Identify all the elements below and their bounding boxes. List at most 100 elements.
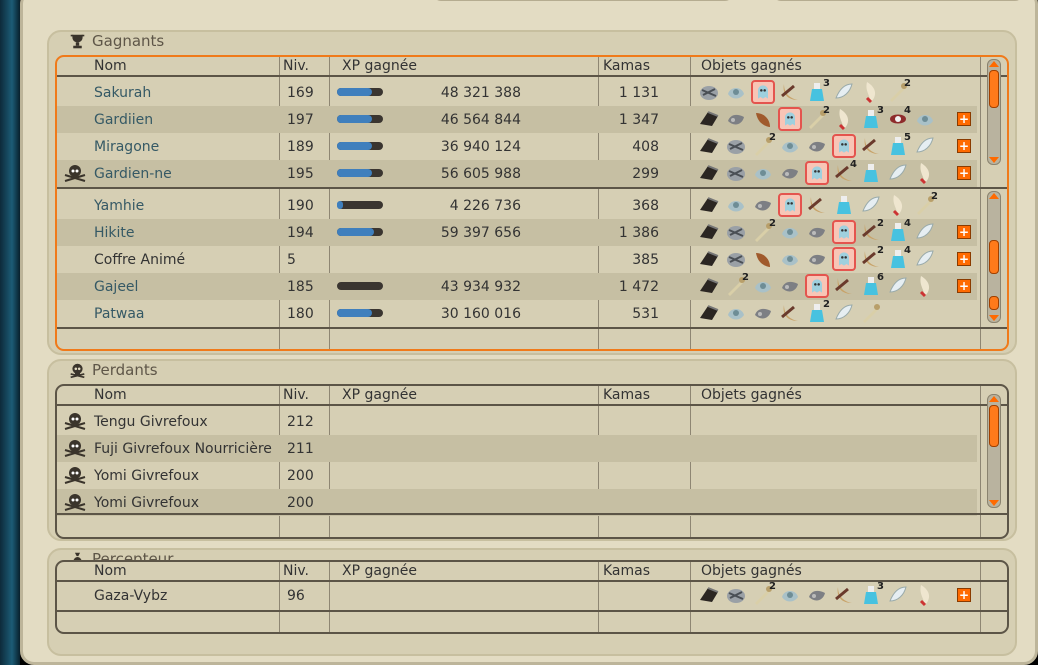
item-icon[interactable] xyxy=(913,107,937,131)
player-name[interactable]: Hikite xyxy=(94,225,135,241)
item-icon[interactable] xyxy=(859,161,883,185)
item-icon[interactable]: 3 xyxy=(805,78,830,104)
item-icon[interactable] xyxy=(778,274,802,298)
item-icon[interactable] xyxy=(805,247,829,271)
player-name[interactable]: Coffre Animé xyxy=(94,252,185,268)
item-icon[interactable] xyxy=(886,274,910,298)
player-name[interactable]: Yomi Givrefoux xyxy=(94,495,199,511)
item-icon[interactable] xyxy=(832,583,856,607)
player-name[interactable]: Patwaa xyxy=(94,306,145,322)
item-icon[interactable]: 2 xyxy=(886,78,911,104)
player-name[interactable]: Sakurah xyxy=(94,85,151,101)
item-icon[interactable] xyxy=(724,220,748,244)
item-icon[interactable] xyxy=(805,134,829,158)
scrollbar-winners-a[interactable] xyxy=(987,59,1001,165)
more-items-button[interactable]: + xyxy=(957,279,971,293)
item-icon[interactable] xyxy=(886,583,910,607)
item-icon[interactable] xyxy=(778,193,802,217)
scrollbar-winners-b[interactable] xyxy=(987,191,1001,323)
more-items-button[interactable]: + xyxy=(957,225,971,239)
item-icon[interactable] xyxy=(724,134,748,158)
item-icon[interactable]: 4 xyxy=(886,218,911,244)
item-icon[interactable] xyxy=(751,301,775,325)
player-name[interactable]: Fuji Givrefoux Nourricière xyxy=(94,441,272,457)
player-name[interactable]: Miragone xyxy=(94,139,159,155)
item-icon[interactable] xyxy=(805,161,829,185)
item-icon[interactable] xyxy=(913,274,937,298)
item-icon[interactable]: 3 xyxy=(859,105,884,131)
item-icon[interactable] xyxy=(697,107,721,131)
item-icon[interactable] xyxy=(751,193,775,217)
more-items-button[interactable]: + xyxy=(957,166,971,180)
item-icon[interactable] xyxy=(697,161,721,185)
item-icon[interactable] xyxy=(697,193,721,217)
item-icon[interactable]: 6 xyxy=(859,272,884,298)
item-icon[interactable]: 2 xyxy=(724,272,749,298)
item-icon[interactable] xyxy=(724,161,748,185)
item-icon[interactable] xyxy=(778,107,802,131)
item-icon[interactable] xyxy=(859,301,883,325)
item-icon[interactable] xyxy=(832,193,856,217)
item-icon[interactable] xyxy=(778,134,802,158)
player-name[interactable]: Yomi Givrefoux xyxy=(94,468,199,484)
player-name[interactable]: Yamhie xyxy=(94,198,144,214)
item-icon[interactable] xyxy=(778,161,802,185)
item-icon[interactable] xyxy=(778,220,802,244)
item-icon[interactable] xyxy=(697,220,721,244)
item-icon[interactable] xyxy=(697,583,721,607)
item-icon[interactable] xyxy=(859,134,883,158)
item-icon[interactable] xyxy=(859,80,883,104)
more-items-button[interactable]: + xyxy=(957,252,971,266)
player-name[interactable]: Gardiien xyxy=(94,112,153,128)
item-icon[interactable] xyxy=(913,247,937,271)
item-icon[interactable] xyxy=(724,107,748,131)
item-icon[interactable]: 2 xyxy=(859,245,884,271)
item-icon[interactable] xyxy=(832,301,856,325)
player-name[interactable]: Gardien-ne xyxy=(94,166,172,182)
item-icon[interactable] xyxy=(697,247,721,271)
item-icon[interactable] xyxy=(832,134,856,158)
item-icon[interactable] xyxy=(832,80,856,104)
item-icon[interactable] xyxy=(859,193,883,217)
item-icon[interactable] xyxy=(778,583,802,607)
item-icon[interactable]: 5 xyxy=(886,132,911,158)
item-icon[interactable]: 4 xyxy=(886,245,911,271)
item-icon[interactable] xyxy=(751,80,775,104)
item-icon[interactable]: 2 xyxy=(751,132,776,158)
item-icon[interactable] xyxy=(832,247,856,271)
item-icon[interactable] xyxy=(805,193,829,217)
item-icon[interactable] xyxy=(832,220,856,244)
item-icon[interactable] xyxy=(697,80,721,104)
player-name[interactable]: Gajeel xyxy=(94,279,138,295)
player-name[interactable]: Tengu Givrefoux xyxy=(94,414,208,430)
item-icon[interactable] xyxy=(724,583,748,607)
item-icon[interactable] xyxy=(751,247,775,271)
more-items-button[interactable]: + xyxy=(957,139,971,153)
item-icon[interactable]: 3 xyxy=(859,581,884,607)
item-icon[interactable]: 2 xyxy=(805,105,830,131)
item-icon[interactable] xyxy=(778,301,802,325)
item-icon[interactable]: 2 xyxy=(751,218,776,244)
item-icon[interactable] xyxy=(751,274,775,298)
item-icon[interactable] xyxy=(913,161,937,185)
more-items-button[interactable]: + xyxy=(957,112,971,126)
item-icon[interactable]: 2 xyxy=(805,299,830,325)
item-icon[interactable] xyxy=(913,220,937,244)
item-icon[interactable] xyxy=(805,220,829,244)
item-icon[interactable] xyxy=(724,193,748,217)
item-icon[interactable] xyxy=(724,301,748,325)
item-icon[interactable] xyxy=(778,80,802,104)
item-icon[interactable] xyxy=(832,274,856,298)
item-icon[interactable]: 2 xyxy=(859,218,884,244)
item-icon[interactable] xyxy=(751,161,775,185)
item-icon[interactable] xyxy=(778,247,802,271)
item-icon[interactable] xyxy=(805,583,829,607)
item-icon[interactable] xyxy=(886,161,910,185)
item-icon[interactable]: 2 xyxy=(751,581,776,607)
scrollbar-losers[interactable] xyxy=(987,394,1001,508)
item-icon[interactable] xyxy=(697,134,721,158)
item-icon[interactable] xyxy=(724,80,748,104)
item-icon[interactable]: 4 xyxy=(832,159,857,185)
item-icon[interactable] xyxy=(751,107,775,131)
item-icon[interactable] xyxy=(724,247,748,271)
